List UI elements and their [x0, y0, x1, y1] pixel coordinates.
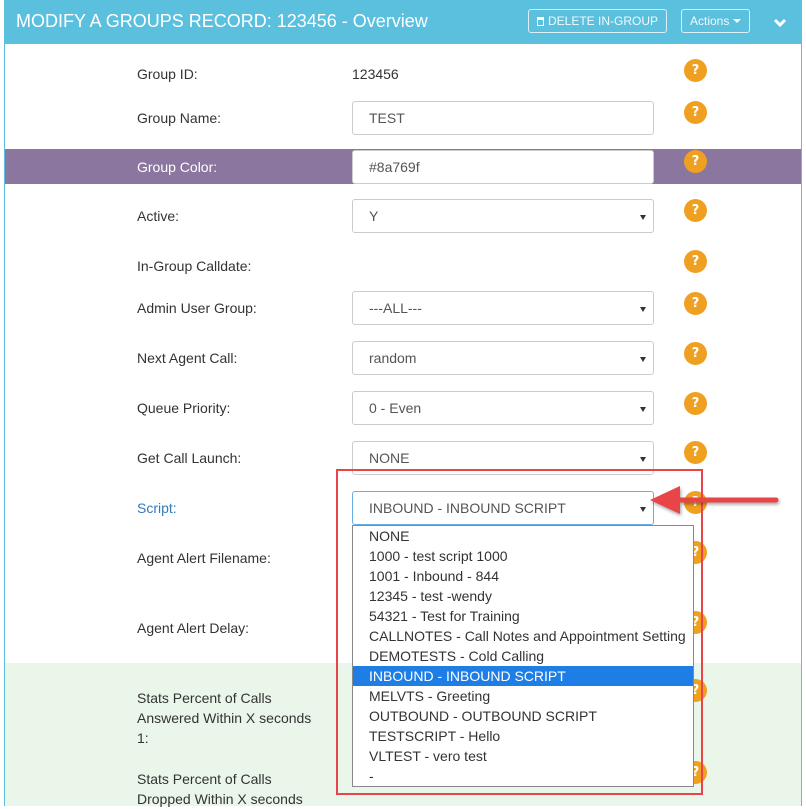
- next-agent-call-value: random: [369, 350, 417, 366]
- group-id-value: 123456: [352, 66, 399, 82]
- group-name-label: Group Name:: [137, 110, 222, 126]
- help-icon-group-color[interactable]: ?: [684, 150, 707, 173]
- help-icon-queue-priority[interactable]: ?: [684, 392, 707, 415]
- delete-in-group-button[interactable]: DELETE IN-GROUP: [528, 9, 668, 33]
- help-icon-active[interactable]: ?: [684, 199, 707, 222]
- stats-dropped-label-line: Stats Percent of Calls: [137, 771, 272, 787]
- panel-header: MODIFY A GROUPS RECORD: 123456 - Overvie…: [4, 0, 802, 44]
- help-icon-group-name[interactable]: ?: [684, 101, 707, 124]
- admin-user-group-value: ---ALL---: [369, 300, 422, 316]
- stats-answered-label-line: 1:: [137, 730, 149, 746]
- script-label-link[interactable]: Script:: [137, 500, 177, 516]
- stats-answered-label-line: Stats Percent of Calls: [137, 690, 272, 706]
- select-arrow-icon: [640, 407, 646, 412]
- help-icon-group-id[interactable]: ?: [684, 59, 707, 82]
- actions-label: Actions: [690, 14, 730, 28]
- select-arrow-icon: [640, 307, 646, 312]
- chevron-down-icon[interactable]: [772, 15, 788, 31]
- stats-answered-label-line: Answered Within X seconds: [137, 710, 312, 726]
- help-icon-admin-user-group[interactable]: ?: [684, 292, 707, 315]
- agent-alert-delay-label: Agent Alert Delay:: [137, 620, 250, 636]
- stats-dropped-label-line: Dropped Within X seconds: [137, 791, 303, 807]
- group-color-label: Group Color:: [137, 159, 218, 175]
- admin-user-group-label: Admin User Group:: [137, 300, 257, 316]
- queue-priority-select[interactable]: 0 - Even: [352, 391, 654, 425]
- agent-alert-filename-label: Agent Alert Filename:: [137, 550, 271, 566]
- calldate-label: In-Group Calldate:: [137, 258, 252, 274]
- caret-down-icon: [733, 19, 742, 23]
- help-icon-get-call-launch[interactable]: ?: [684, 441, 707, 464]
- trash-icon: [537, 17, 544, 26]
- select-arrow-icon: [640, 457, 646, 462]
- queue-priority-label: Queue Priority:: [137, 400, 231, 416]
- actions-dropdown-button[interactable]: Actions: [681, 9, 751, 33]
- delete-in-group-label: DELETE IN-GROUP: [548, 14, 659, 28]
- help-icon-calldate[interactable]: ?: [684, 250, 707, 273]
- group-id-label: Group ID:: [137, 66, 198, 82]
- stats-answered-label: Stats Percent of Calls Answered Within X…: [137, 688, 311, 748]
- select-arrow-icon: [640, 215, 646, 220]
- active-select[interactable]: Y: [352, 199, 654, 233]
- select-arrow-icon: [640, 357, 646, 362]
- next-agent-call-label: Next Agent Call:: [137, 350, 238, 366]
- stats-dropped-label: Stats Percent of Calls Dropped Within X …: [137, 769, 303, 809]
- admin-user-group-select[interactable]: ---ALL---: [352, 291, 654, 325]
- active-label: Active:: [137, 208, 180, 224]
- active-select-value: Y: [369, 208, 379, 224]
- help-icon-next-agent-call[interactable]: ?: [684, 342, 707, 365]
- get-call-launch-label: Get Call Launch:: [137, 450, 242, 466]
- get-call-launch-value: NONE: [369, 450, 410, 466]
- queue-priority-value: 0 - Even: [369, 400, 422, 416]
- group-name-input[interactable]: TEST: [352, 101, 654, 135]
- group-color-input[interactable]: #8a769f: [352, 150, 654, 184]
- page-title: MODIFY A GROUPS RECORD: 123456 - Overvie…: [16, 11, 428, 31]
- annotation-arrow-icon: [650, 486, 779, 514]
- next-agent-call-select[interactable]: random: [352, 341, 654, 375]
